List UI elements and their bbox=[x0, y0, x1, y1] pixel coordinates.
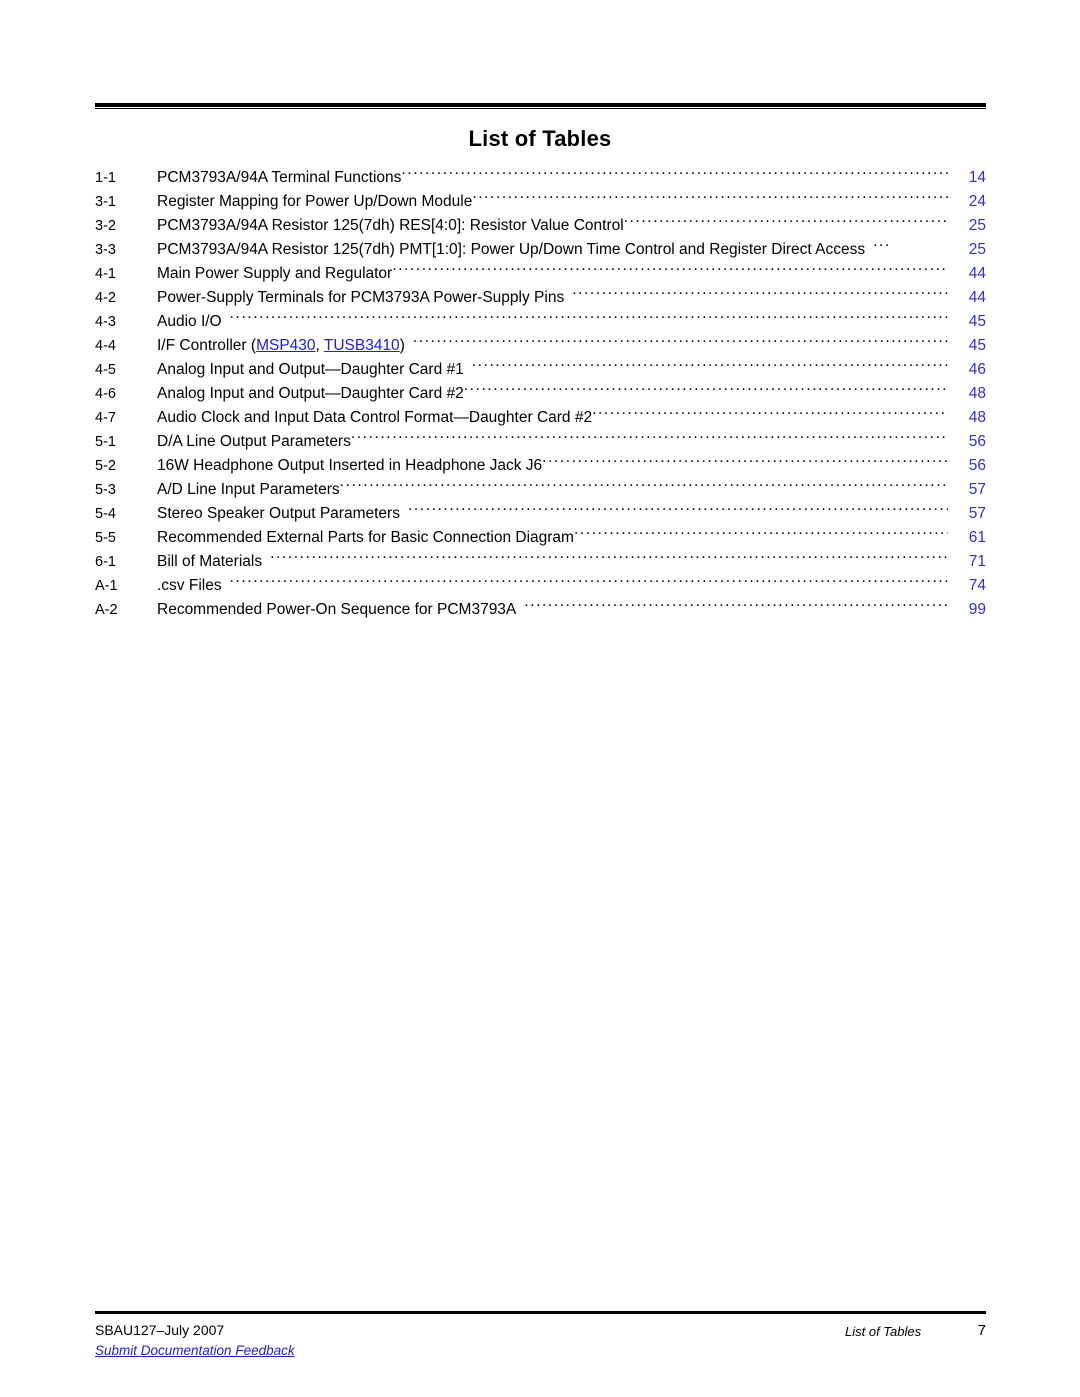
toc-entry-page-number: 57 bbox=[968, 505, 986, 522]
toc-entry-number: 5-3 bbox=[95, 482, 116, 498]
toc-entry-page-number: 48 bbox=[968, 385, 986, 402]
toc-entry-number: 5-4 bbox=[95, 506, 116, 522]
list-of-tables: 1-1 PCM3793A/94A Terminal Functions 14 3-1 R… bbox=[95, 158, 986, 618]
toc-entry-number: 4-7 bbox=[95, 410, 116, 426]
toc-entry-title: PCM3793A/94A Resistor 125(7dh) RES[4:0]:… bbox=[157, 217, 624, 234]
header-divider bbox=[95, 103, 986, 109]
toc-dot-leader bbox=[592, 398, 948, 422]
toc-entry-number: 4-3 bbox=[95, 314, 116, 330]
toc-dot-leader bbox=[564, 278, 948, 302]
toc-entry-title: Stereo Speaker Output Parameters bbox=[157, 505, 400, 522]
toc-entry[interactable]: 4-4 I/F Controller (MSP430, TUSB3410) 45 bbox=[95, 326, 986, 354]
toc-entry-page-number: 14 bbox=[968, 169, 986, 186]
toc-dot-leader bbox=[392, 254, 948, 278]
toc-entry-page-number: 46 bbox=[968, 361, 986, 378]
toc-entry-number: 6-1 bbox=[95, 554, 116, 570]
toc-entry-number: 5-5 bbox=[95, 530, 116, 546]
toc-dot-leader bbox=[401, 158, 948, 182]
toc-entry-number: 3-2 bbox=[95, 218, 116, 234]
toc-entry-number: A-2 bbox=[95, 602, 118, 618]
toc-dot-leader bbox=[400, 494, 948, 518]
toc-dot-leader bbox=[464, 350, 948, 374]
toc-entry-link[interactable]: TUSB3410 bbox=[324, 337, 400, 354]
toc-dot-leader bbox=[574, 518, 948, 542]
toc-entry-number: 4-6 bbox=[95, 386, 116, 402]
footer-divider bbox=[95, 1311, 986, 1314]
toc-entry[interactable]: 4-3 Audio I/O 45 bbox=[95, 302, 986, 330]
toc-dot-leader bbox=[351, 422, 948, 446]
toc-entry-title: Main Power Supply and Regulator bbox=[157, 265, 393, 282]
toc-entry-number: 4-2 bbox=[95, 290, 116, 306]
toc-entry-page-number: 48 bbox=[968, 409, 986, 426]
toc-entry-title: I/F Controller (MSP430, TUSB3410) bbox=[157, 337, 405, 354]
toc-entry-page-number: 24 bbox=[968, 193, 986, 210]
toc-entry-number: 5-2 bbox=[95, 458, 116, 474]
footer-page-number: 7 bbox=[977, 1322, 986, 1339]
toc-entry-page-number: 99 bbox=[968, 601, 986, 618]
toc-entry-number: 4-4 bbox=[95, 338, 116, 354]
toc-dot-leader bbox=[865, 230, 948, 254]
toc-entry-number: A-1 bbox=[95, 578, 118, 594]
toc-dot-leader bbox=[542, 446, 948, 470]
toc-dot-leader bbox=[222, 566, 948, 590]
toc-entry-page-number: 71 bbox=[968, 553, 986, 570]
toc-entry-title: .csv Files bbox=[157, 577, 222, 594]
toc-entry-number: 5-1 bbox=[95, 434, 116, 450]
toc-entry-link[interactable]: MSP430 bbox=[256, 337, 315, 354]
toc-entry-page-number: 44 bbox=[968, 265, 986, 282]
toc-entry-title: D/A Line Output Parameters bbox=[157, 433, 351, 450]
toc-dot-leader bbox=[222, 302, 948, 326]
toc-entry-title: Recommended Power-On Sequence for PCM379… bbox=[157, 601, 517, 618]
toc-entry-page-number: 25 bbox=[968, 217, 986, 234]
page-title: List of Tables bbox=[468, 126, 612, 151]
toc-dot-leader bbox=[405, 326, 948, 350]
toc-entry-number: 4-1 bbox=[95, 266, 116, 282]
toc-entry-page-number: 74 bbox=[968, 577, 986, 594]
toc-dot-leader bbox=[340, 470, 948, 494]
toc-entry-title: A/D Line Input Parameters bbox=[157, 481, 340, 498]
toc-entry-title: Analog Input and Output—Daughter Card #1 bbox=[157, 361, 464, 378]
toc-entry-title: Analog Input and Output—Daughter Card #2 bbox=[157, 385, 464, 402]
toc-entry-title: Register Mapping for Power Up/Down Modul… bbox=[157, 193, 473, 210]
toc-entry[interactable]: 1-1 PCM3793A/94A Terminal Functions 14 bbox=[95, 158, 986, 186]
footer-document-id: SBAU127–July 2007 bbox=[95, 1322, 225, 1338]
toc-dot-leader bbox=[262, 542, 948, 566]
toc-entry-page-number: 25 bbox=[968, 241, 986, 258]
toc-entry-page-number: 57 bbox=[968, 481, 986, 498]
footer-section-title: List of Tables bbox=[845, 1324, 922, 1339]
toc-entry-page-number: 44 bbox=[968, 289, 986, 306]
toc-entry-page-number: 56 bbox=[968, 433, 986, 450]
submit-documentation-feedback-link[interactable]: Submit Documentation Feedback bbox=[95, 1343, 295, 1358]
toc-entry[interactable]: A-1 .csv Files 74 bbox=[95, 566, 986, 594]
toc-entry-page-number: 45 bbox=[968, 337, 986, 354]
toc-entry-page-number: 61 bbox=[968, 529, 986, 546]
toc-dot-leader bbox=[516, 590, 948, 614]
toc-entry-page-number: 45 bbox=[968, 313, 986, 330]
toc-dot-leader bbox=[624, 206, 948, 230]
toc-entry-title: PCM3793A/94A Terminal Functions bbox=[157, 169, 402, 186]
toc-dot-leader bbox=[472, 182, 948, 206]
toc-entry-number: 3-3 bbox=[95, 242, 116, 258]
toc-entry-number: 3-1 bbox=[95, 194, 116, 210]
toc-entry[interactable]: A-2 Recommended Power-On Sequence for PCM… bbox=[95, 590, 986, 618]
toc-entry-title: Audio I/O bbox=[157, 313, 222, 330]
toc-dot-leader bbox=[464, 374, 948, 398]
toc-entry-number: 1-1 bbox=[95, 170, 116, 186]
document-page: List of Tables 1-1 PCM3793A/94A Terminal … bbox=[0, 0, 1080, 1397]
toc-entry-page-number: 56 bbox=[968, 457, 986, 474]
toc-entry-number: 4-5 bbox=[95, 362, 116, 378]
